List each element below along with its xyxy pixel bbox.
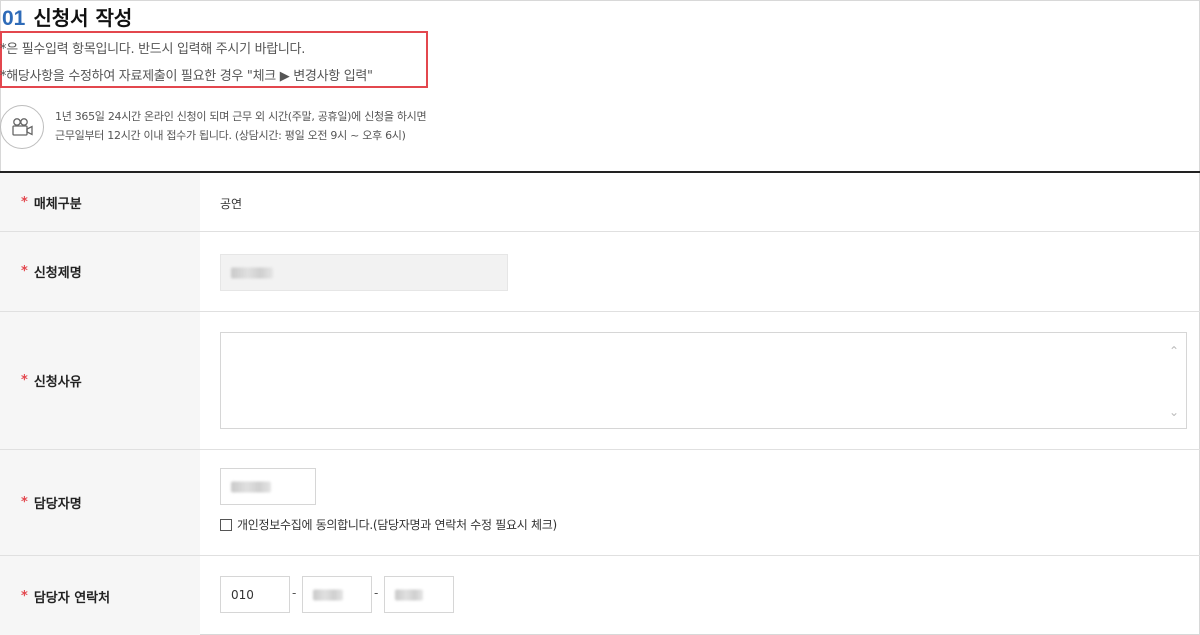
manager-name-cell: 개인정보수집에 동의합니다.(담당자명과 연락처 수정 필요시 체크) bbox=[200, 450, 1200, 555]
redacted-text bbox=[313, 589, 343, 600]
chevron-down-icon[interactable]: ⌄ bbox=[1167, 405, 1181, 419]
consent-text: 개인정보수집에 동의합니다.(담당자명과 연락처 수정 필요시 체크) bbox=[237, 518, 557, 532]
phone-separator: - bbox=[374, 586, 379, 600]
manager-name-label-text: 담당자명 bbox=[33, 497, 82, 512]
media-type-value: 공연 bbox=[220, 197, 243, 211]
manager-phone-label-text: 담당자 연락처 bbox=[33, 590, 111, 606]
required-mark: * bbox=[21, 373, 28, 388]
required-mark: * bbox=[21, 495, 28, 510]
notice-required-text: *은 필수입력 항목입니다. 반드시 입력해 주시기 바랍니다. bbox=[0, 42, 306, 57]
redacted-text bbox=[231, 267, 273, 278]
application-form: * 매체구분 공연 * 신청제명 * 신청사유 ⌃ ⌄ * 담당자명 개인정보수… bbox=[0, 171, 1200, 635]
consent-checkbox[interactable] bbox=[220, 518, 232, 531]
required-mark: * bbox=[21, 194, 28, 210]
info-consult-text: 근무일부터 12시간 이내 접수가 됩니다. (상담시간: 평일 오전 9시 ~… bbox=[55, 129, 406, 142]
title-text: 신청서 작성 bbox=[33, 6, 133, 30]
privacy-consent[interactable]: 개인정보수집에 동의합니다.(담당자명과 연락처 수정 필요시 체크) bbox=[220, 516, 557, 533]
phone-separator: - bbox=[292, 586, 297, 600]
chevron-up-icon[interactable]: ⌃ bbox=[1167, 344, 1181, 358]
request-title-cell bbox=[200, 232, 1200, 311]
required-mark: * bbox=[21, 264, 28, 279]
row-manager-phone: * 담당자 연락처 010 - - bbox=[0, 556, 1200, 635]
video-camera-icon bbox=[0, 105, 44, 149]
manager-phone-label: * 담당자 연락처 bbox=[0, 556, 200, 635]
page-title: 01 신청서 작성 bbox=[2, 2, 132, 30]
info-hours-text: 1년 365일 24시간 온라인 신청이 되며 근무 외 시간(주말, 공휴일)… bbox=[55, 110, 427, 123]
redacted-text bbox=[395, 589, 423, 600]
manager-name-input[interactable] bbox=[220, 468, 316, 505]
required-mark: * bbox=[21, 588, 28, 604]
phone-part1-input[interactable]: 010 bbox=[220, 576, 290, 613]
phone-part2-input[interactable] bbox=[302, 576, 372, 613]
request-title-label-text: 신청제명 bbox=[33, 266, 82, 281]
row-request-title: * 신청제명 bbox=[0, 232, 1200, 312]
media-type-label: * 매체구분 bbox=[0, 173, 200, 231]
redacted-text bbox=[231, 481, 271, 492]
textarea-scroll-area: ⌃ ⌄ bbox=[220, 332, 1187, 429]
media-type-label-text: 매체구분 bbox=[33, 196, 82, 212]
video-camera-icon-svg bbox=[12, 118, 33, 136]
manager-phone-cell: 010 - - bbox=[200, 556, 1200, 635]
request-title-field bbox=[220, 254, 508, 291]
request-reason-label-text: 신청사유 bbox=[33, 375, 82, 390]
row-request-reason: * 신청사유 ⌃ ⌄ bbox=[0, 312, 1200, 450]
row-manager-name: * 담당자명 개인정보수집에 동의합니다.(담당자명과 연락처 수정 필요시 체… bbox=[0, 450, 1200, 556]
request-title-label: * 신청제명 bbox=[0, 232, 200, 311]
media-type-cell: 공연 bbox=[200, 173, 1200, 231]
step-number: 01 bbox=[2, 7, 26, 30]
notice-change-text: *해당사항을 수정하여 자료제출이 필요한 경우 "체크 ▶ 변경사항 입력" bbox=[0, 69, 373, 84]
request-reason-label: * 신청사유 bbox=[0, 312, 200, 449]
row-media-type: * 매체구분 공연 bbox=[0, 173, 1200, 232]
phone-part3-input[interactable] bbox=[384, 576, 454, 613]
manager-name-label: * 담당자명 bbox=[0, 450, 200, 555]
request-reason-cell: ⌃ ⌄ bbox=[200, 312, 1200, 449]
